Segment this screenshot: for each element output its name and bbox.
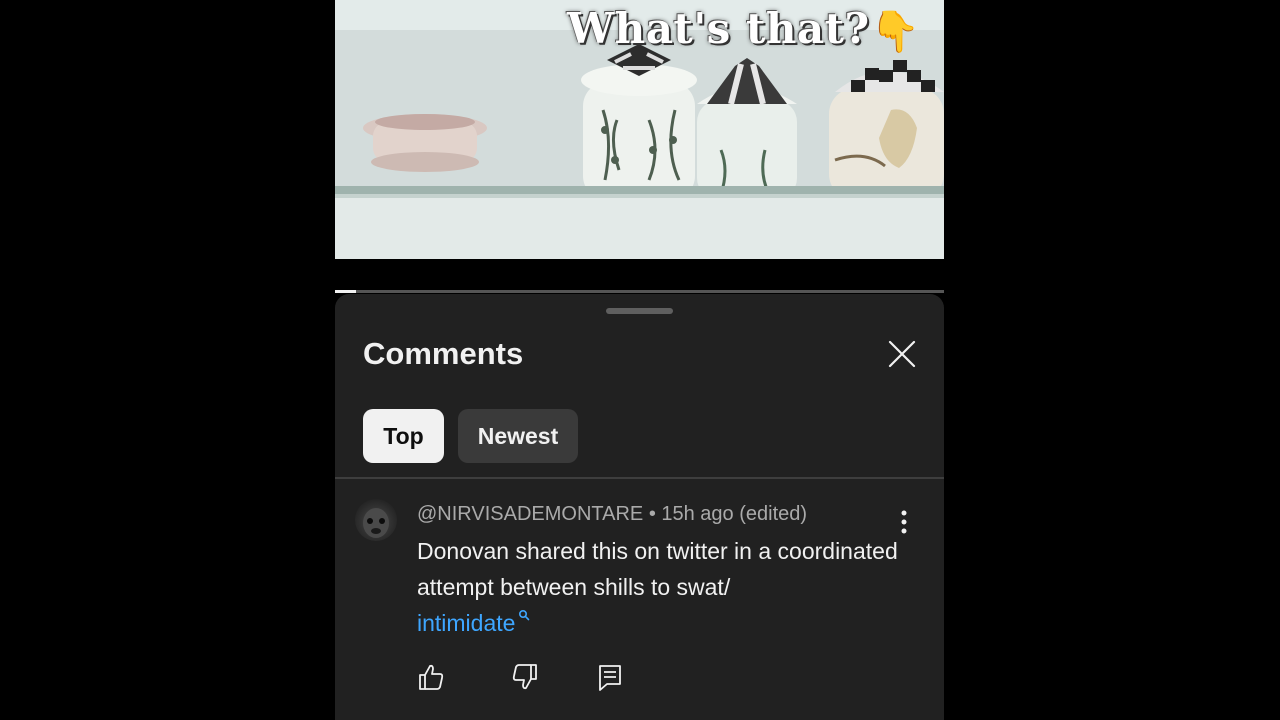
bowl-shape xyxy=(363,114,487,172)
video-progress-bar[interactable] xyxy=(335,290,944,293)
video-frame[interactable]: What's that? 👇 xyxy=(335,0,944,259)
close-icon xyxy=(888,340,916,368)
tab-newest[interactable]: Newest xyxy=(458,409,578,463)
comment-text-main: Donovan shared this on twitter in a coor… xyxy=(417,538,898,600)
avatar-image xyxy=(363,508,389,538)
kebab-menu-icon xyxy=(901,510,907,534)
comment-item: @NIRVISADEMONTARE • 15h ago (edited) Don… xyxy=(335,479,944,720)
pointing-down-icon: 👇 xyxy=(870,9,920,55)
like-button[interactable] xyxy=(416,662,446,692)
shorts-player: What's that? 👇 Comments Top Newest @NIRV… xyxy=(335,0,944,720)
comment-meta: @NIRVISADEMONTARE • 15h ago (edited) xyxy=(417,503,808,525)
avatar[interactable] xyxy=(355,499,397,541)
drag-handle[interactable] xyxy=(606,308,673,314)
reply-icon xyxy=(599,665,621,691)
reply-button[interactable] xyxy=(595,662,625,692)
more-options-button[interactable] xyxy=(896,509,912,535)
comment-search-link[interactable]: intimidate xyxy=(417,610,515,636)
close-button[interactable] xyxy=(886,338,918,370)
dislike-button[interactable] xyxy=(510,662,540,692)
like-icon xyxy=(419,664,444,690)
comment-text: Donovan shared this on twitter in a coor… xyxy=(417,533,907,641)
search-icon[interactable] xyxy=(518,609,530,621)
video-overlay-caption: What's that? xyxy=(567,4,870,53)
comments-sheet: Comments Top Newest @NIRVISADEMONTARE • … xyxy=(335,294,944,720)
tab-top[interactable]: Top xyxy=(363,409,444,463)
comments-title: Comments xyxy=(363,336,524,371)
dislike-icon xyxy=(512,664,537,690)
video-progress-fill xyxy=(335,290,357,293)
